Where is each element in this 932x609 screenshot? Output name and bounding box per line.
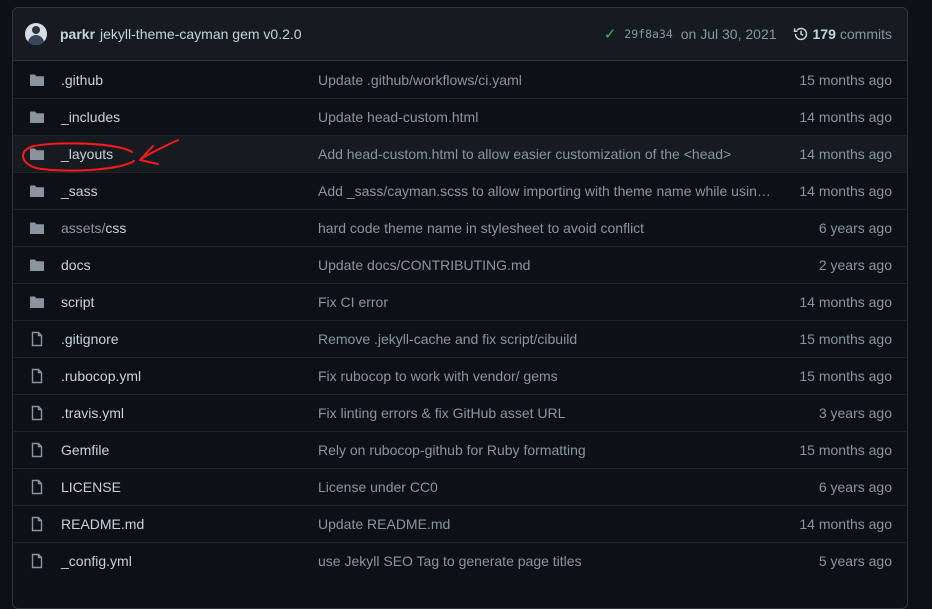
file-row[interactable]: Gemfile Rely on rubocop-github for Ruby f… xyxy=(13,431,907,468)
file-icon xyxy=(13,553,61,569)
commit-message-link[interactable]: Add _sass/cayman.scss to allow importing… xyxy=(318,183,773,199)
commit-age: 6 years ago xyxy=(818,220,892,236)
file-name-link[interactable]: .gitignore xyxy=(61,331,318,347)
commit-age: 15 months ago xyxy=(799,442,892,458)
file-icon xyxy=(13,331,61,347)
commit-age: 5 years ago xyxy=(818,553,892,569)
commit-age: 3 years ago xyxy=(818,405,892,421)
file-icon xyxy=(13,442,61,458)
file-row[interactable]: .rubocop.yml Fix rubocop to work with ven… xyxy=(13,357,907,394)
file-icon xyxy=(13,405,61,421)
file-name-link[interactable]: _sass xyxy=(61,183,318,199)
latest-commit-bar: parkr jekyll-theme-cayman gem v0.2.0 ✓ 2… xyxy=(13,8,907,61)
commit-message-link[interactable]: Update docs/CONTRIBUTING.md xyxy=(318,257,773,273)
file-row[interactable]: _sass Add _sass/cayman.scss to allow impo… xyxy=(13,172,907,209)
file-row[interactable]: .github Update .github/workflows/ci.yaml 1… xyxy=(13,61,907,98)
commit-age: 2 years ago xyxy=(818,257,892,273)
file-browser: parkr jekyll-theme-cayman gem v0.2.0 ✓ 2… xyxy=(12,7,908,609)
commit-message-link[interactable]: Update .github/workflows/ci.yaml xyxy=(318,72,773,88)
check-icon[interactable]: ✓ xyxy=(604,25,617,43)
file-name-link[interactable]: _layouts xyxy=(61,146,318,162)
commit-age: 15 months ago xyxy=(799,331,892,347)
file-name-link[interactable]: _config.yml xyxy=(61,553,318,569)
file-row[interactable]: assets/css hard code theme name in styles… xyxy=(13,209,907,246)
commit-message-link[interactable]: use Jekyll SEO Tag to generate page titl… xyxy=(318,553,773,569)
history-icon[interactable] xyxy=(793,26,809,42)
file-icon xyxy=(13,368,61,384)
folder-icon xyxy=(13,72,61,88)
commit-message-link[interactable]: Fix CI error xyxy=(318,294,773,310)
commit-age: 14 months ago xyxy=(799,109,892,125)
commit-message-link[interactable]: Update README.md xyxy=(318,516,773,532)
file-name-link[interactable]: README.md xyxy=(61,516,318,532)
commit-message-link[interactable]: Add head-custom.html to allow easier cus… xyxy=(318,146,773,162)
commit-count[interactable]: 179 xyxy=(813,26,836,42)
folder-icon xyxy=(13,183,61,199)
file-row[interactable]: _includes Update head-custom.html 14 month… xyxy=(13,98,907,135)
file-list: .github Update .github/workflows/ci.yaml 1… xyxy=(13,61,907,579)
file-row[interactable]: LICENSE License under CC0 6 years ago xyxy=(13,468,907,505)
commit-message-link[interactable]: Rely on rubocop-github for Ruby formatti… xyxy=(318,442,773,458)
file-name-link[interactable]: Gemfile xyxy=(61,442,318,458)
file-row[interactable]: .gitignore Remove .jekyll-cache and fix s… xyxy=(13,320,907,357)
file-row[interactable]: _config.yml use Jekyll SEO Tag to generat… xyxy=(13,542,907,579)
file-name-link[interactable]: .travis.yml xyxy=(61,405,318,421)
file-row[interactable]: script Fix CI error 14 months ago xyxy=(13,283,907,320)
commit-age: 14 months ago xyxy=(799,146,892,162)
file-icon xyxy=(13,516,61,532)
commit-message-link[interactable]: Fix rubocop to work with vendor/ gems xyxy=(318,368,773,384)
commit-age: 14 months ago xyxy=(799,516,892,532)
commit-age: 6 years ago xyxy=(818,479,892,495)
commit-message-link[interactable]: hard code theme name in stylesheet to av… xyxy=(318,220,773,236)
commit-sha[interactable]: 29f8a34 xyxy=(624,27,672,41)
commit-age: 15 months ago xyxy=(799,368,892,384)
folder-icon xyxy=(13,109,61,125)
folder-icon xyxy=(13,257,61,273)
file-name-link[interactable]: _includes xyxy=(61,109,318,125)
file-name-link[interactable]: script xyxy=(61,294,318,310)
commit-age: 15 months ago xyxy=(799,71,892,88)
file-name-link[interactable]: docs xyxy=(61,257,318,273)
commit-date: on Jul 30, 2021 xyxy=(680,26,777,42)
commit-message[interactable]: jekyll-theme-cayman gem v0.2.0 xyxy=(100,26,302,42)
folder-icon xyxy=(13,294,61,310)
commit-message-link[interactable]: Remove .jekyll-cache and fix script/cibu… xyxy=(318,331,773,347)
commit-author[interactable]: parkr xyxy=(60,26,95,42)
file-name-link[interactable]: .github xyxy=(61,72,318,88)
commit-age: 14 months ago xyxy=(799,183,892,199)
folder-icon xyxy=(13,146,61,162)
file-name-link[interactable]: .rubocop.yml xyxy=(61,368,318,384)
file-row[interactable]: docs Update docs/CONTRIBUTING.md 2 years a… xyxy=(13,246,907,283)
commit-message-link[interactable]: License under CC0 xyxy=(318,479,773,495)
commit-message-link[interactable]: Update head-custom.html xyxy=(318,109,773,125)
file-row[interactable]: .travis.yml Fix linting errors & fix GitH… xyxy=(13,394,907,431)
file-name-link[interactable]: LICENSE xyxy=(61,479,318,495)
file-name-link[interactable]: assets/css xyxy=(61,220,318,236)
avatar[interactable] xyxy=(25,23,47,45)
file-icon xyxy=(13,479,61,495)
commit-age: 14 months ago xyxy=(799,294,892,310)
commit-message-link[interactable]: Fix linting errors & fix GitHub asset UR… xyxy=(318,405,773,421)
commit-label[interactable]: commits xyxy=(840,26,892,42)
folder-icon xyxy=(13,220,61,236)
file-row[interactable]: README.md Update README.md 14 months ago xyxy=(13,505,907,542)
file-row[interactable]: _layouts Add head-custom.html to allow ea… xyxy=(13,135,907,172)
